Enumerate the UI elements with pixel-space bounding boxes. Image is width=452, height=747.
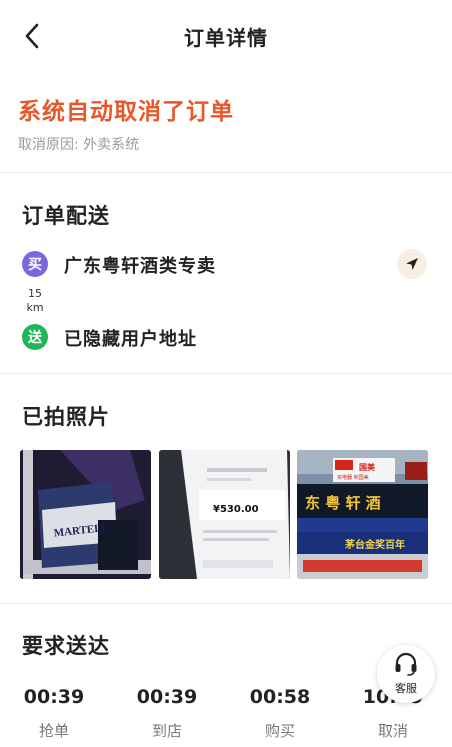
time-label-cancel: 取消 [377,722,408,740]
photo-3-top-sign-sub: 买电器 到国美 [337,474,369,481]
order-status-title: 系统自动取消了订单 [18,99,234,125]
divider [0,172,452,173]
send-badge: 送 [22,324,48,350]
time-value-grab: 00:39 [23,686,85,708]
distance-label: 15 km [20,287,50,315]
customer-address: 已隐藏用户地址 [64,329,197,350]
photo-thumbnail-1[interactable]: MARTELL [20,450,151,579]
time-label-arrive: 到店 [151,722,182,740]
customer-service-label: 客服 [395,682,417,695]
headset-icon [395,652,417,676]
photo-thumbnail-3[interactable]: 国美 买电器 到国美 东 粤 轩 酒 茅台金奖百年 [297,450,428,579]
divider [0,603,452,604]
buy-badge: 买 [22,251,48,277]
photo-2-amount: ¥530.00 [213,504,259,515]
photos-section-title: 已拍照片 [22,405,110,429]
distance-unit: km [26,301,44,314]
photo-3-top-sign: 国美 [359,462,376,472]
photo-receipt-screen: ¥530.00 [159,450,290,579]
customer-service-button[interactable]: 客服 [377,645,435,703]
photo-3-main-sign: 东 粤 轩 酒 [305,494,381,512]
time-value-arrive: 00:39 [136,686,198,708]
time-label-grab: 抢单 [38,722,69,740]
distance-value: 15 [28,287,42,300]
time-value-purchase: 00:58 [249,686,311,708]
photo-storefront: 国美 买电器 到国美 东 粤 轩 酒 茅台金奖百年 [297,450,428,579]
page-title: 订单详情 [184,26,268,50]
time-label-purchase: 购买 [264,722,295,740]
delivery-section-title: 订单配送 [22,204,110,228]
store-name: 广东粤轩酒类专卖 [64,256,216,277]
top-nav-bar: 订单详情 [0,0,452,72]
photo-3-bottom-sign: 茅台金奖百年 [345,538,405,551]
schedule-section-title: 要求送达 [22,634,110,658]
photo-image-box: MARTELL [20,450,151,579]
navigation-arrow-icon [406,258,418,270]
navigation-button[interactable] [397,249,427,279]
photo-thumbnail-2[interactable]: ¥530.00 [159,450,290,579]
cancel-reason: 取消原因: 外卖系统 [18,137,140,153]
divider [0,373,452,374]
